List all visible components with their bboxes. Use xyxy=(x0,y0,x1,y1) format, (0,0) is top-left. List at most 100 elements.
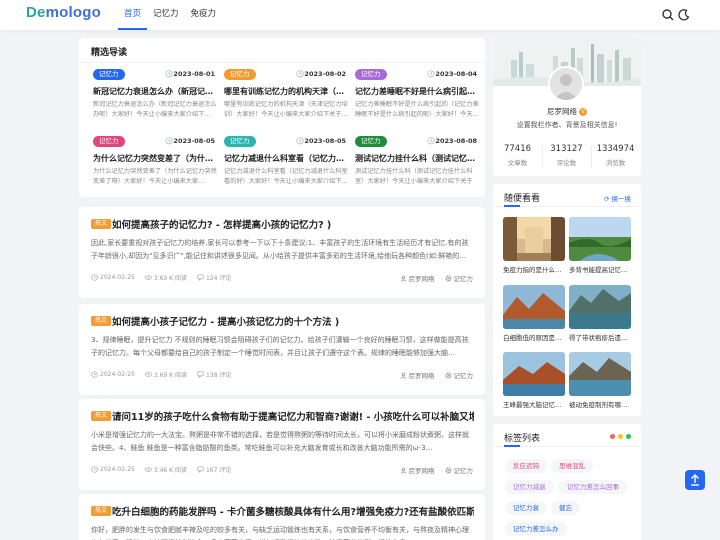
article-card[interactable]: 热文 吃升白细胞的药能发胖吗 - 卡介菌多糖核酸具体有什么用?增强免疫力?还有盐… xyxy=(79,494,485,540)
featured-item-desc: 新冠记忆力衰退怎么办（新冠记忆力衰退怎么办呢）大家好！今天让小编来大家介绍下… xyxy=(93,101,217,118)
featured-item-title[interactable]: 记忆力差睡眠不好是什么病引起… xyxy=(355,86,479,97)
post-date: 🕓2023-08-08 xyxy=(427,137,477,145)
tag-chip[interactable]: 思维混乱 xyxy=(551,459,593,473)
back-to-top-button[interactable] xyxy=(685,470,705,490)
featured-item-title[interactable]: 哪里有训练记忆力的机构天津（… xyxy=(224,86,348,97)
author-link[interactable]: 尼罗网络 xyxy=(400,273,435,283)
featured-item[interactable]: 记忆力 🕓2023-08-01 新冠记忆力衰退怎么办（新冠记… 新冠记忆力衰退怎… xyxy=(93,69,217,121)
comment-count[interactable]: 138 评论 xyxy=(197,370,231,379)
featured-item-desc: 哪里有训练记忆力的机构天津（天津记忆力培训）大家好！今天让小编来大家介绍下关于… xyxy=(224,101,348,118)
eye-icon xyxy=(144,467,152,472)
category-tag[interactable]: 记忆力 xyxy=(224,69,256,80)
post-date: 🕓2023-08-05 xyxy=(296,137,346,145)
post-thumbnail[interactable] xyxy=(503,217,565,261)
tag-chip[interactable]: 记忆力差怎么回事 xyxy=(559,480,627,494)
gear-icon xyxy=(445,275,451,281)
user-avatar-icon xyxy=(550,68,582,100)
article-meta: 2024-02-25 3.46 K 阅读 167 评论 xyxy=(91,465,241,474)
comment-icon xyxy=(197,274,204,281)
author-link[interactable]: 尼罗网络 xyxy=(400,370,435,380)
featured-title: 精选导读 xyxy=(91,48,128,58)
section-accent xyxy=(504,445,520,447)
tag-chip[interactable]: 记忆力减退 xyxy=(505,480,554,494)
post-thumbnail[interactable] xyxy=(503,285,565,329)
featured-item[interactable]: 记忆力 🕓2023-08-04 记忆力差睡眠不好是什么病引起… 记忆力差睡眠不好… xyxy=(355,69,479,121)
category-link[interactable]: 记忆力 xyxy=(445,465,473,475)
hot-badge: 热文 xyxy=(91,506,112,516)
gear-icon xyxy=(445,372,451,378)
view-count: 3.46 K 阅读 xyxy=(144,465,187,474)
category-tag[interactable]: 记忆力 xyxy=(224,136,256,147)
article-card[interactable]: 热文 如何提高小孩子记忆力 - 提高小孩记忆力的十个方法 ) 3、规律睡眠，提升… xyxy=(79,304,485,395)
post-date: 🕓2023-08-04 xyxy=(427,70,477,78)
hot-badge: 热文 xyxy=(91,411,112,421)
tag-list-panel: 标签列表 反应迟钝 思维混乱 记忆力减退 记忆力差怎么回事 记忆力衰 健忘 记忆… xyxy=(493,424,641,540)
category-tag[interactable]: 记忆力 xyxy=(355,136,387,147)
post-date: 🕓2023-08-01 xyxy=(165,70,215,78)
post-thumbnail-title[interactable]: 白细胞低的原因是… xyxy=(503,332,565,342)
post-thumbnail-title[interactable]: 王峰最强大脑记忆… xyxy=(503,399,565,409)
post-thumbnail-title[interactable]: 免疫力指的是什么… xyxy=(503,264,565,274)
article-meta: 2024-02-25 3.69 K 阅读 138 评论 xyxy=(91,370,241,379)
post-date: 2024-02-25 xyxy=(91,274,135,281)
category-tag[interactable]: 记忆力 xyxy=(93,69,125,80)
window-dots xyxy=(607,434,631,439)
post-thumbnail[interactable] xyxy=(569,352,631,396)
post-date: 2024-02-25 xyxy=(91,466,135,473)
comment-count[interactable]: 124 评论 xyxy=(197,273,231,282)
verified-badge: V xyxy=(579,108,587,116)
featured-item-title[interactable]: 记忆力减退什么科室看（记忆力… xyxy=(224,153,348,164)
featured-item[interactable]: 记忆力 🕓2023-08-02 哪里有训练记忆力的机构天津（… 哪里有训练记忆力… xyxy=(224,69,348,121)
category-link[interactable]: 记忆力 xyxy=(445,273,473,283)
comment-icon xyxy=(197,371,204,378)
stat-articles: 77416 文章数 xyxy=(503,144,532,167)
featured-item[interactable]: 记忆力 🕓2023-08-05 为什么记忆力突然变差了（为什… 为什么记忆力突然… xyxy=(93,136,217,188)
article-title[interactable]: 吃升白细胞的药能发胖吗 - 卡介菌多糖核酸具体有什么用?增强免疫力?还有盐酸依匹… xyxy=(112,504,474,518)
article-excerpt: 你好，肥胖的发生与饮食肥腻辛辣及吃的较多有关，与缺乏运动锻炼也有关系，与饮食营养… xyxy=(91,526,469,540)
view-count: 3.63 K 阅读 xyxy=(144,273,187,282)
post-date: 2024-02-25 xyxy=(91,371,135,378)
post-thumbnail[interactable] xyxy=(503,352,565,396)
eye-icon xyxy=(144,275,152,280)
comment-icon xyxy=(197,466,204,473)
refresh-button[interactable]: ⟳ 换一换 xyxy=(604,193,631,203)
nav-item-home[interactable]: 首页 xyxy=(118,0,148,30)
post-date: 🕓2023-08-02 xyxy=(296,70,346,78)
category-link[interactable]: 记忆力 xyxy=(445,370,473,380)
author-name[interactable]: 尼罗网络 V xyxy=(493,106,641,117)
article-title[interactable]: 如何提高小孩子记忆力 - 提高小孩记忆力的十个方法 ) xyxy=(112,314,474,328)
featured-item[interactable]: 记忆力 🕓2023-08-05 记忆力减退什么科室看（记忆力… 记忆力减退什么科… xyxy=(224,136,348,188)
nav-item-memory[interactable]: 记忆力 xyxy=(147,0,185,30)
tag-chip[interactable]: 记忆力差怎么办 xyxy=(505,522,567,536)
featured-item-title[interactable]: 测试记忆力挂什么科（测试记忆… xyxy=(355,153,479,164)
post-thumbnail[interactable] xyxy=(569,285,631,329)
article-card[interactable]: 热文 请问11岁的孩子吃什么食物有助于提高记忆力和智商?谢谢! - 小孩吃什么可… xyxy=(79,399,485,490)
category-tag[interactable]: 记忆力 xyxy=(355,69,387,80)
featured-item[interactable]: 记忆力 🕓2023-08-08 测试记忆力挂什么科（测试记忆… 测试记忆力挂什么… xyxy=(355,136,479,188)
category-tag[interactable]: 记忆力 xyxy=(93,136,125,147)
tag-chip[interactable]: 健忘 xyxy=(551,501,580,515)
stat-views: 1334974 浏览数 xyxy=(596,144,635,167)
article-title[interactable]: 请问11岁的孩子吃什么食物有助于提高记忆力和智商?谢谢! - 小孩吃什么可以补脑… xyxy=(112,409,474,423)
top-header: Demologo 首页 记忆力 免疫力 xyxy=(0,0,720,30)
dot-green xyxy=(626,434,631,439)
post-thumbnail-title[interactable]: 被动免疫制剂有哪… xyxy=(569,399,631,409)
post-thumbnail[interactable] xyxy=(569,217,631,261)
featured-item-title[interactable]: 新冠记忆力衰退怎么办（新冠记… xyxy=(93,86,217,97)
featured-item-title[interactable]: 为什么记忆力突然变差了（为什… xyxy=(93,153,217,164)
eye-icon xyxy=(144,372,152,377)
search-icon[interactable] xyxy=(661,8,675,22)
article-title[interactable]: 如何提高孩子的记忆力? - 怎样提高小孩的记忆力? ) xyxy=(112,217,474,231)
avatar[interactable] xyxy=(548,66,584,102)
dark-mode-toggle-icon[interactable] xyxy=(677,8,691,22)
tag-chip[interactable]: 反应迟钝 xyxy=(505,459,547,473)
nav-item-immunity[interactable]: 免疫力 xyxy=(185,0,223,30)
site-logo[interactable]: Demologo xyxy=(26,4,101,21)
post-thumbnail-title[interactable]: 多背书能提高记忆… xyxy=(569,264,631,274)
post-thumbnail-title[interactable]: 得了带状疱疹后遗… xyxy=(569,332,631,342)
author-link[interactable]: 尼罗网络 xyxy=(400,465,435,475)
article-card[interactable]: 热文 如何提高孩子的记忆力? - 怎样提高小孩的记忆力? ) 因此,家长要重视对… xyxy=(79,207,485,298)
stat-comments: 313127 评论数 xyxy=(550,144,583,167)
tag-chip[interactable]: 记忆力衰 xyxy=(505,501,547,515)
comment-count[interactable]: 167 评论 xyxy=(197,465,231,474)
